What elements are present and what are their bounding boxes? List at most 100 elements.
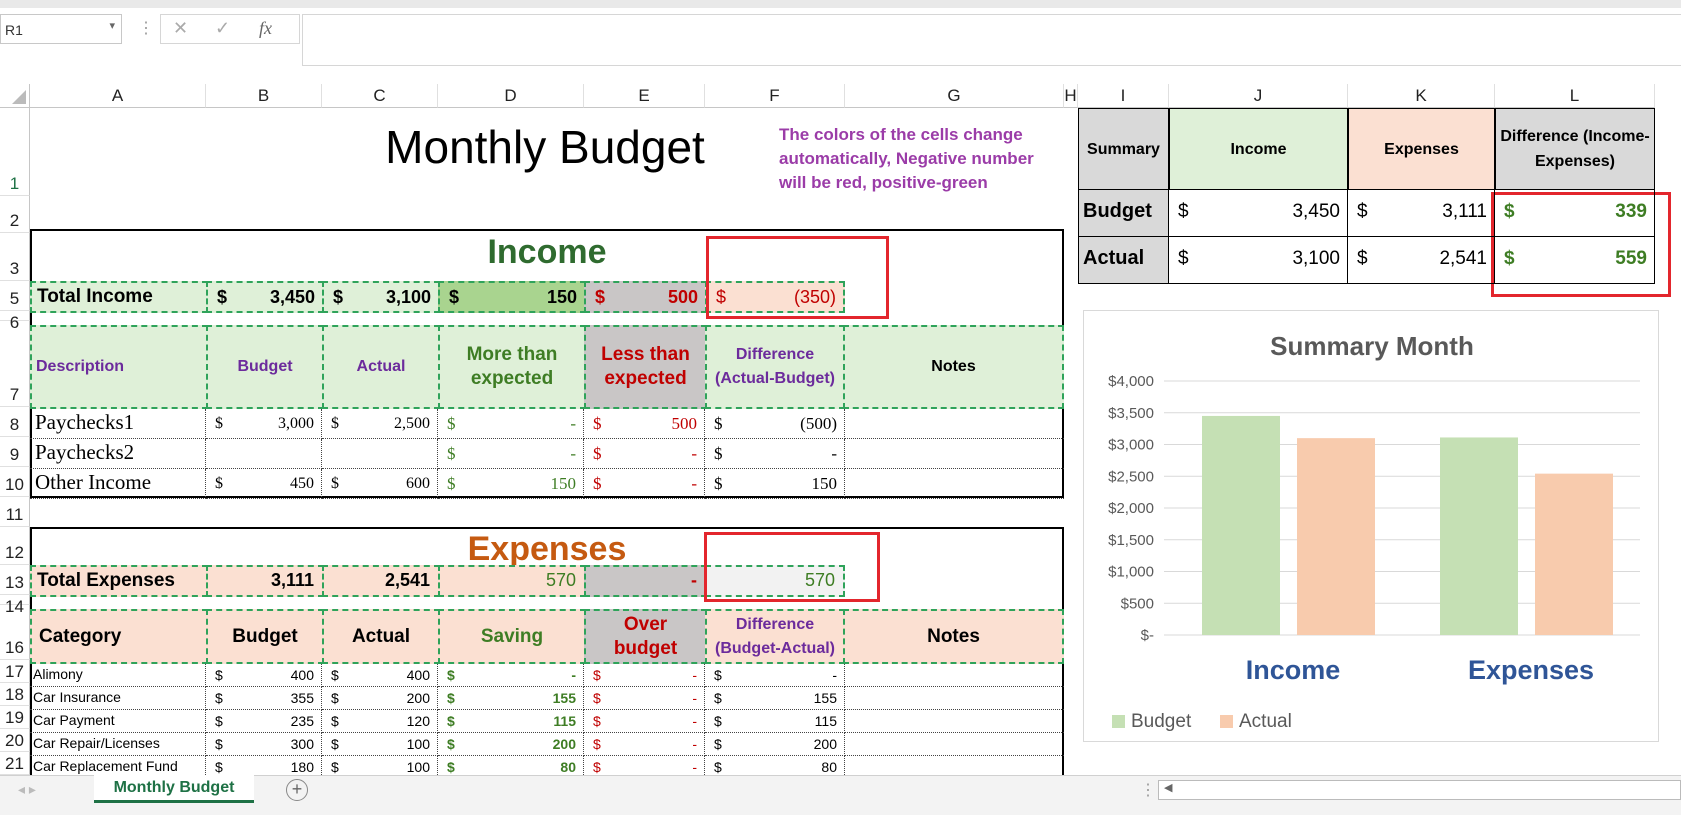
- expense-cell-budget[interactable]: $400: [206, 664, 322, 687]
- row-header[interactable]: 19: [0, 706, 30, 729]
- scroll-left-icon[interactable]: ◀: [1164, 781, 1172, 794]
- income-notes-cell[interactable]: [845, 469, 1064, 499]
- expense-cell-diff[interactable]: $200: [705, 733, 845, 756]
- row-header[interactable]: 17: [0, 660, 30, 683]
- cancel-icon[interactable]: ✕: [173, 18, 188, 39]
- expense-cell-budget[interactable]: $355: [206, 687, 322, 710]
- income-cell-budget[interactable]: $3,000: [206, 409, 322, 439]
- expense-header-0[interactable]: Category: [30, 609, 208, 664]
- income-header-3[interactable]: More than expected: [438, 325, 586, 409]
- expense-cell-saving[interactable]: $ -: [438, 664, 584, 687]
- row-header[interactable]: 2: [0, 196, 30, 233]
- expense-cell-diff[interactable]: $ -: [705, 664, 845, 687]
- income-cell-diff[interactable]: $150: [705, 469, 845, 499]
- expense-cell-budget[interactable]: $235: [206, 710, 322, 733]
- tab-monthly-budget[interactable]: Monthly Budget: [94, 775, 254, 803]
- enter-icon[interactable]: ✓: [215, 18, 230, 39]
- income-cell-actual[interactable]: $600: [322, 469, 438, 499]
- expense-header-5[interactable]: Difference (Budget-Actual): [705, 609, 845, 664]
- income-cell-diff[interactable]: $ (500): [705, 409, 845, 439]
- expense-notes-cell[interactable]: [845, 710, 1064, 733]
- income-cell-less[interactable]: $ -: [584, 439, 705, 469]
- column-header[interactable]: A: [30, 84, 206, 108]
- summary-header-3[interactable]: Difference (Income-Expenses): [1495, 108, 1655, 190]
- expense-cell-diff[interactable]: $115: [705, 710, 845, 733]
- expense-cell-saving[interactable]: $200: [438, 733, 584, 756]
- expense-row-category[interactable]: Car Insurance: [30, 687, 206, 710]
- income-cell-more[interactable]: $ -: [438, 409, 584, 439]
- summary-cell-diff[interactable]: $559: [1495, 237, 1655, 284]
- total-income-label[interactable]: Total Income: [30, 281, 208, 313]
- expense-notes-cell[interactable]: [845, 664, 1064, 687]
- horizontal-scrollbar[interactable]: ◀: [1158, 780, 1681, 800]
- expense-cell-over[interactable]: $ -: [584, 733, 705, 756]
- income-row-desc[interactable]: Other Income: [30, 469, 206, 499]
- more-options-icon[interactable]: ⋮: [138, 18, 154, 38]
- total-income-budget[interactable]: $3,450: [206, 281, 324, 313]
- add-sheet-icon[interactable]: +: [286, 779, 308, 801]
- income-header-5[interactable]: Difference (Actual-Budget): [705, 325, 845, 409]
- income-notes-cell[interactable]: [845, 439, 1064, 469]
- row-header[interactable]: 5: [0, 281, 30, 311]
- expense-cell-actual[interactable]: $200: [322, 687, 438, 710]
- income-cell-diff[interactable]: $ -: [705, 439, 845, 469]
- column-header[interactable]: J: [1169, 84, 1348, 108]
- income-cell-more[interactable]: $ -: [438, 439, 584, 469]
- summary-cell-expenses[interactable]: $2,541: [1348, 237, 1495, 284]
- chevron-down-icon[interactable]: ▾: [109, 19, 115, 32]
- total-expenses-label[interactable]: Total Expenses: [30, 565, 208, 597]
- income-cell-actual[interactable]: [322, 439, 438, 469]
- total-expenses-budget[interactable]: 3,111: [206, 565, 324, 597]
- expense-header-4[interactable]: Over budget: [584, 609, 707, 664]
- expense-cell-over[interactable]: $ -: [584, 664, 705, 687]
- total-expenses-saving[interactable]: 570: [438, 565, 586, 597]
- row-header[interactable]: 20: [0, 729, 30, 752]
- expense-row-category[interactable]: Alimony: [30, 664, 206, 687]
- row-header[interactable]: 3: [0, 233, 30, 281]
- column-header[interactable]: E: [584, 84, 705, 108]
- column-header[interactable]: B: [206, 84, 322, 108]
- expense-cell-diff[interactable]: $155: [705, 687, 845, 710]
- income-cell-budget[interactable]: [206, 439, 322, 469]
- expense-notes-cell[interactable]: [845, 687, 1064, 710]
- summary-header-0[interactable]: Summary: [1078, 108, 1169, 190]
- column-header[interactable]: G: [845, 84, 1064, 108]
- row-header[interactable]: 21: [0, 752, 30, 775]
- row-header[interactable]: 9: [0, 437, 30, 467]
- income-row-desc[interactable]: Paychecks2: [30, 439, 206, 469]
- expense-row-category[interactable]: Car Payment: [30, 710, 206, 733]
- income-header-6[interactable]: Notes: [843, 325, 1064, 409]
- expense-header-6[interactable]: Notes: [843, 609, 1064, 664]
- row-header[interactable]: 14: [0, 595, 30, 616]
- total-income-less[interactable]: $500: [584, 281, 707, 313]
- row-header[interactable]: 16: [0, 605, 30, 660]
- expense-cell-over[interactable]: $ -: [584, 687, 705, 710]
- income-header-4[interactable]: Less than expected: [584, 325, 707, 409]
- income-header-1[interactable]: Budget: [206, 325, 324, 409]
- income-cell-less[interactable]: $ -: [584, 469, 705, 499]
- total-expenses-actual[interactable]: 2,541: [322, 565, 440, 597]
- expense-row-category[interactable]: Car Repair/Licenses: [30, 733, 206, 756]
- formula-input[interactable]: [302, 14, 1681, 66]
- income-header-0[interactable]: Description: [30, 325, 208, 409]
- row-header[interactable]: 8: [0, 407, 30, 437]
- tab-nav-icon[interactable]: ◂ ▸: [18, 781, 36, 798]
- total-income-more[interactable]: $150: [438, 281, 586, 313]
- row-header[interactable]: 18: [0, 683, 30, 706]
- select-all-corner[interactable]: [0, 84, 30, 108]
- income-notes-cell[interactable]: [845, 409, 1064, 439]
- row-header[interactable]: 7: [0, 321, 30, 407]
- column-header[interactable]: F: [705, 84, 845, 108]
- row-header[interactable]: 13: [0, 565, 30, 595]
- total-income-actual[interactable]: $3,100: [322, 281, 440, 313]
- column-header[interactable]: D: [438, 84, 584, 108]
- income-row-desc[interactable]: Paychecks1: [30, 409, 206, 439]
- column-header[interactable]: H: [1064, 84, 1078, 108]
- column-header[interactable]: K: [1348, 84, 1495, 108]
- row-header[interactable]: 6: [0, 311, 30, 332]
- expense-cell-actual[interactable]: $400: [322, 664, 438, 687]
- row-header[interactable]: 1: [0, 108, 30, 196]
- more-options-icon[interactable]: ⋮: [1140, 780, 1156, 800]
- expense-notes-cell[interactable]: [845, 733, 1064, 756]
- expense-cell-saving[interactable]: $155: [438, 687, 584, 710]
